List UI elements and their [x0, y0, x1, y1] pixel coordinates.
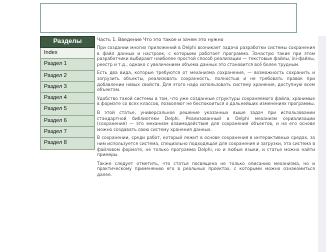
article-paragraph: Есть два вида, которые требуются от меха… [97, 71, 315, 94]
article-content: Часть 1. Введение Что это такое и зачем … [97, 36, 315, 252]
sidebar-item-section-8[interactable]: Раздел 8 [40, 138, 95, 150]
article-paragraph: При создании многих приложений в Delphi … [97, 46, 315, 68]
right-scroll-strip[interactable] [318, 36, 326, 252]
sidebar-item-section-6[interactable]: Раздел 6 [40, 115, 95, 128]
sidebar-item-section-7[interactable]: Раздел 7 [40, 127, 95, 139]
article-paragraph: В этой статье, универсальное решение ука… [97, 110, 315, 133]
sidebar-item-section-1[interactable]: Раздел 1 [40, 59, 95, 71]
breadcrumb: Часть 1. Введение Что это такое и зачем … [97, 38, 224, 43]
sidebar-item-index[interactable]: Index [40, 48, 95, 60]
article-paragraph: Удобство такой системы в том, что уже со… [97, 96, 315, 108]
top-banner [40, 3, 297, 33]
sidebar-title: Разделы [40, 36, 95, 48]
article-paragraph: В сохранении, среди работ, который лежит… [97, 136, 315, 159]
sidebar-item-section-5[interactable]: Раздел 5 [40, 104, 95, 116]
article-paragraph: Также следует отметить, что статья посвя… [97, 161, 315, 178]
sidebar-item-section-3[interactable]: Раздел 3 [40, 81, 95, 94]
sidebar-item-section-2[interactable]: Раздел 2 [40, 70, 95, 82]
sidebar: Разделы Index Раздел 1 Раздел 2 Раздел 3… [40, 36, 95, 150]
sidebar-item-section-4[interactable]: Раздел 4 [40, 93, 95, 105]
